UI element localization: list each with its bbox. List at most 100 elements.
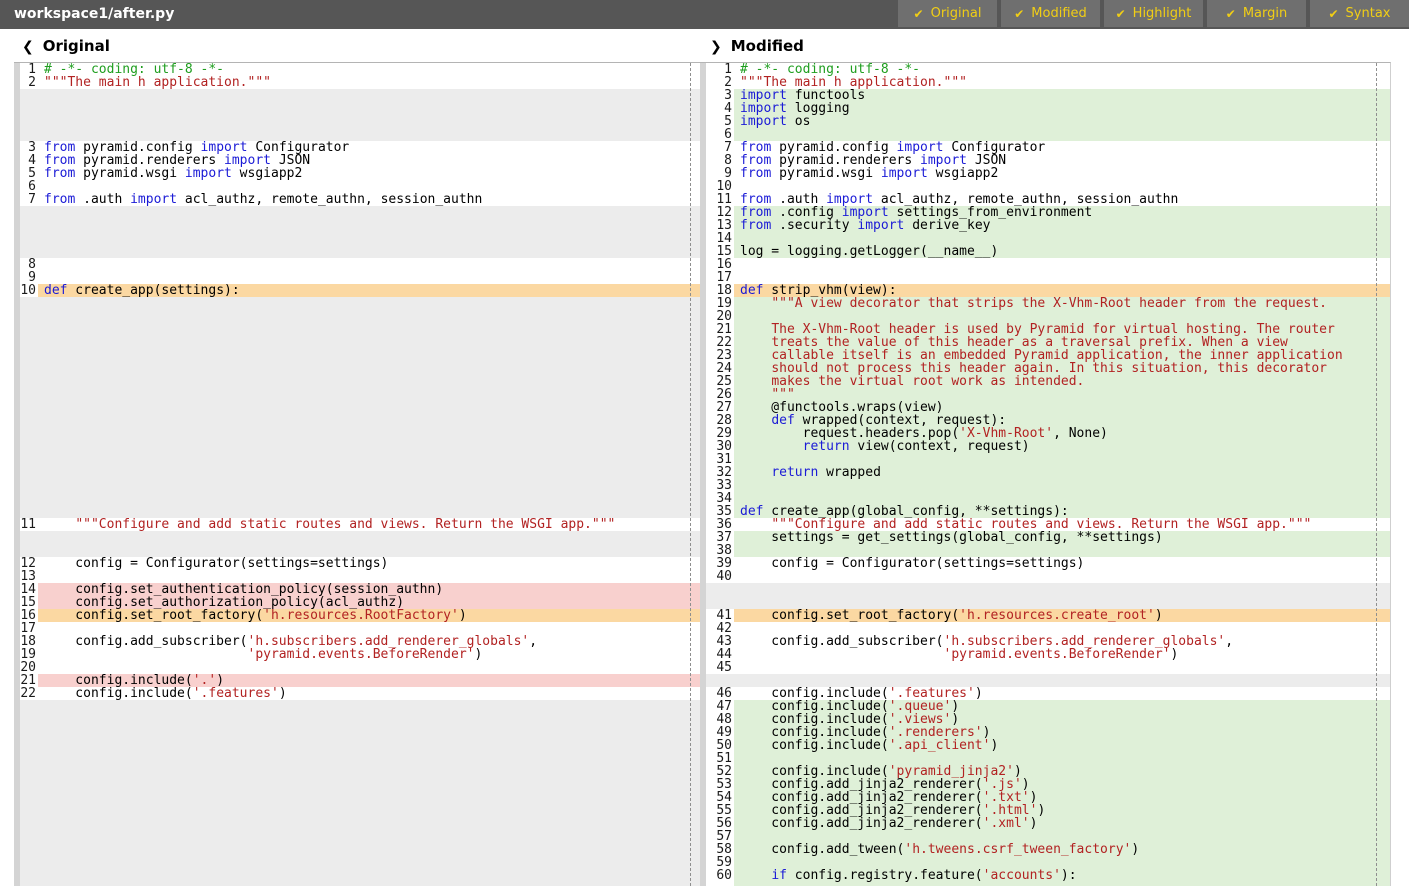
filler-row <box>20 388 700 401</box>
code-line: 13from .security import derive_key <box>706 219 1390 232</box>
code-text <box>38 843 700 856</box>
code-text: """Configure and add static routes and v… <box>734 518 1390 531</box>
code-line: 14 <box>706 232 1390 245</box>
filler-row <box>20 128 700 141</box>
code-text <box>38 89 700 102</box>
code-text <box>38 323 700 336</box>
filler-row <box>20 401 700 414</box>
code-line: 15 config.set_authorization_policy(acl_a… <box>20 596 700 609</box>
code-text: # -*- coding: utf-8 -*- <box>38 63 700 76</box>
code-line: 47 config.include('.queue') <box>706 700 1390 713</box>
titlebar: workspace1/after.py ✔Original✔Modified✔H… <box>0 0 1409 29</box>
code-text: config.include('pyramid_jinja2') <box>734 765 1390 778</box>
code-line: 12 config = Configurator(settings=settin… <box>20 557 700 570</box>
code-text <box>38 115 700 128</box>
check-icon: ✔ <box>1014 7 1024 21</box>
line-number <box>20 440 38 453</box>
code-line: 23 callable itself is an embedded Pyrami… <box>706 349 1390 362</box>
line-number <box>20 869 38 882</box>
code-text <box>38 531 700 544</box>
chevron-left-icon[interactable]: ❮ <box>22 39 34 55</box>
code-text: def create_app(settings): <box>38 284 700 297</box>
code-text: """Configure and add static routes and v… <box>38 518 700 531</box>
code-text <box>38 700 700 713</box>
code-text <box>734 583 1390 596</box>
code-area-modified[interactable]: 1# -*- coding: utf-8 -*-2"""The main h a… <box>706 63 1390 886</box>
code-line: 59 <box>706 856 1390 869</box>
code-line: 26 """ <box>706 388 1390 401</box>
code-text: 'pyramid.events.BeforeRender') <box>38 648 700 661</box>
code-text: config = Configurator(settings=settings) <box>38 557 700 570</box>
filler-row <box>20 232 700 245</box>
line-number <box>20 830 38 843</box>
code-line: 1# -*- coding: utf-8 -*- <box>20 63 700 76</box>
code-text <box>38 258 700 271</box>
code-text: log = logging.getLogger(__name__) <box>734 245 1390 258</box>
code-text <box>38 622 700 635</box>
code-line: 22 config.include('.features') <box>20 687 700 700</box>
code-text <box>734 271 1390 284</box>
line-number <box>20 752 38 765</box>
original-panel: 1# -*- coding: utf-8 -*-2"""The main h a… <box>14 62 700 886</box>
code-text: config.add_jinja2_renderer('.js') <box>734 778 1390 791</box>
code-line: 30 return view(context, request) <box>706 440 1390 453</box>
line-number <box>20 323 38 336</box>
code-text <box>38 349 700 362</box>
code-text <box>38 791 700 804</box>
code-text: config.include('.features') <box>38 687 700 700</box>
toggle-modified-button[interactable]: ✔Modified <box>1001 0 1100 27</box>
code-text <box>38 180 700 193</box>
code-text <box>38 479 700 492</box>
code-line: 32 return wrapped <box>706 466 1390 479</box>
code-line: 43 config.add_subscriber('h.subscribers.… <box>706 635 1390 648</box>
code-line: 12from .config import settings_from_envi… <box>706 206 1390 219</box>
toggle-highlight-button[interactable]: ✔Highlight <box>1104 0 1203 27</box>
code-line: 46 config.include('.features') <box>706 687 1390 700</box>
code-text <box>38 375 700 388</box>
code-line: 22 treats the value of this header as a … <box>706 336 1390 349</box>
code-area-original[interactable]: 1# -*- coding: utf-8 -*-2"""The main h a… <box>20 63 700 886</box>
code-line: 7from .auth import acl_authz, remote_aut… <box>20 193 700 206</box>
code-text <box>734 180 1390 193</box>
code-text: config.include('.queue') <box>734 700 1390 713</box>
filler-row <box>20 531 700 544</box>
filler-row <box>20 778 700 791</box>
code-line: 56 config.add_jinja2_renderer('.xml') <box>706 817 1390 830</box>
chevron-right-icon[interactable]: ❯ <box>710 39 722 55</box>
line-number: 10 <box>20 284 38 297</box>
code-text: config.add_subscriber('h.subscribers.add… <box>38 635 700 648</box>
code-text: from pyramid.renderers import JSON <box>38 154 700 167</box>
code-text: @functools.wraps(view) <box>734 401 1390 414</box>
code-text <box>38 869 700 882</box>
code-text <box>734 492 1390 505</box>
code-line: 16 config.set_root_factory('h.resources.… <box>20 609 700 622</box>
toggle-original-button[interactable]: ✔Original <box>898 0 997 27</box>
code-text <box>38 570 700 583</box>
code-line: 15log = logging.getLogger(__name__) <box>706 245 1390 258</box>
line-number <box>20 427 38 440</box>
code-text <box>38 440 700 453</box>
pane-title-original: Original <box>43 37 110 55</box>
code-text <box>38 830 700 843</box>
toggle-margin-button[interactable]: ✔Margin <box>1207 0 1306 27</box>
code-text: from pyramid.config import Configurator <box>734 141 1390 154</box>
toggle-syntax-button[interactable]: ✔Syntax <box>1310 0 1409 27</box>
code-line: 39 config = Configurator(settings=settin… <box>706 557 1390 570</box>
check-icon: ✔ <box>914 7 924 21</box>
code-line: 60 if config.registry.feature('accounts'… <box>706 869 1390 882</box>
modified-panel: 1# -*- coding: utf-8 -*-2"""The main h a… <box>700 62 1391 886</box>
pane-header-original: ❮ Original <box>22 37 110 55</box>
filler-row <box>20 440 700 453</box>
line-number <box>20 492 38 505</box>
filler-row <box>706 674 1390 687</box>
code-text <box>38 765 700 778</box>
code-text <box>734 661 1390 674</box>
code-text <box>38 492 700 505</box>
filler-row <box>20 310 700 323</box>
line-number <box>20 414 38 427</box>
code-text: def create_app(global_config, **settings… <box>734 505 1390 518</box>
code-text <box>734 258 1390 271</box>
filler-row <box>20 869 700 882</box>
code-line: 20 <box>20 661 700 674</box>
code-text: config.set_root_factory('h.resources.cre… <box>734 609 1390 622</box>
